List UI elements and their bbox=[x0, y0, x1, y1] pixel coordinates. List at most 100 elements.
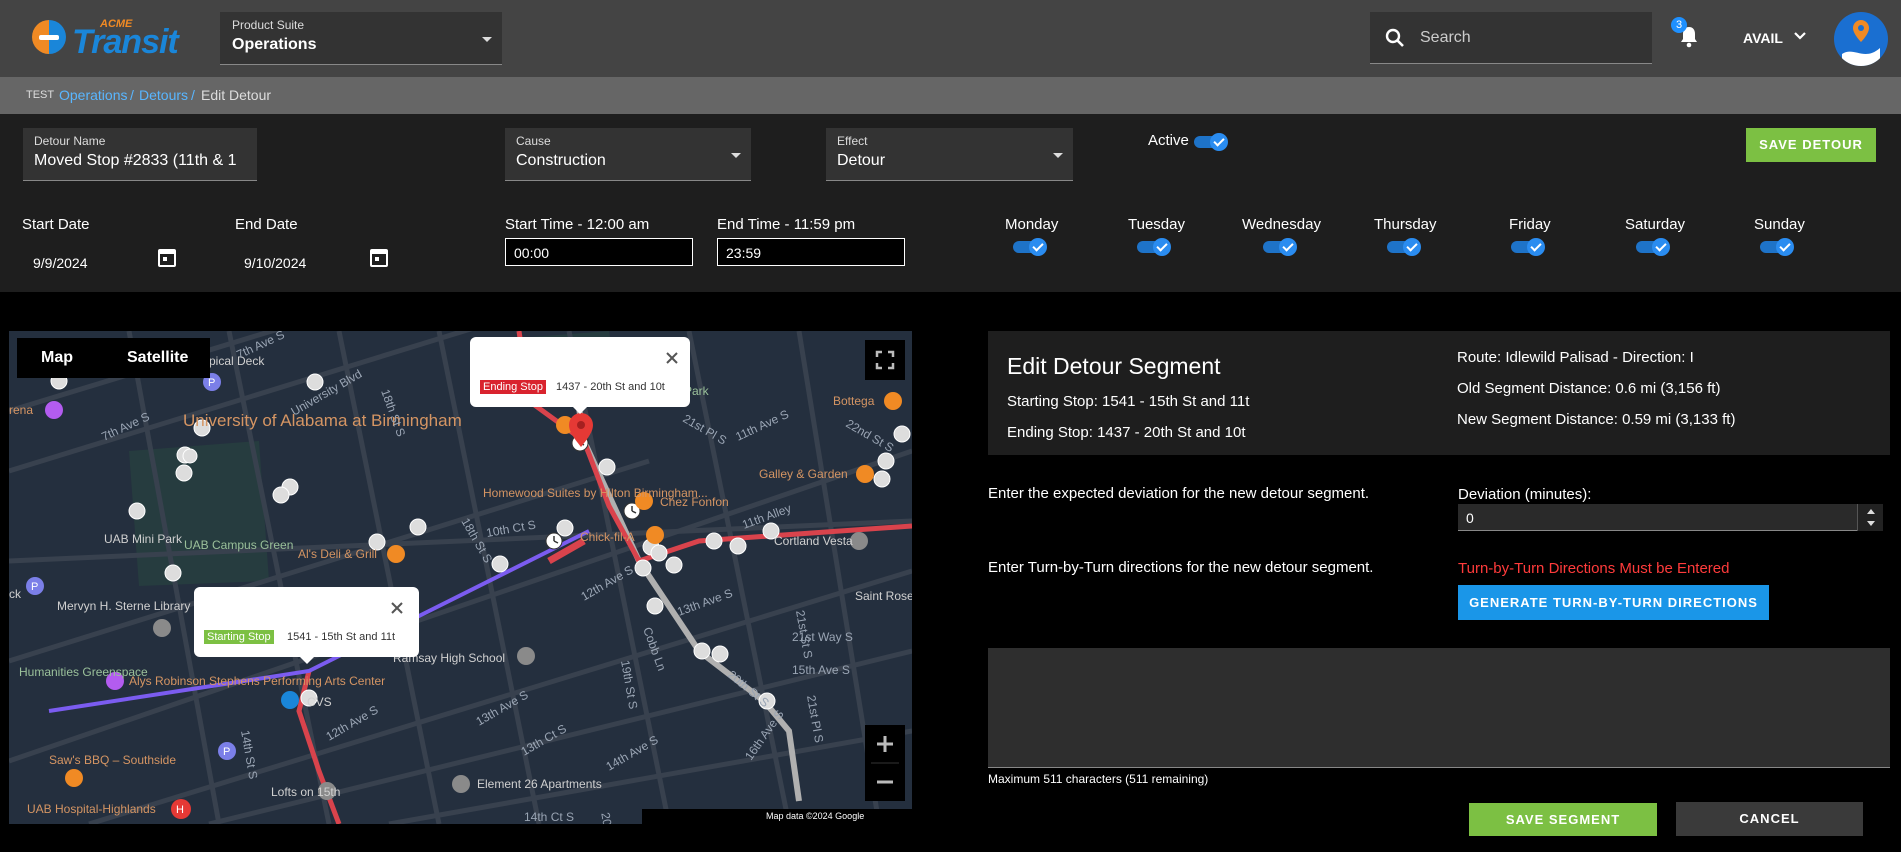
product-suite-label: Product Suite bbox=[232, 18, 305, 32]
product-suite-select[interactable]: Product Suite Operations bbox=[220, 12, 502, 65]
map-label-ck: ck bbox=[9, 587, 22, 601]
breadcrumb-operations-link[interactable]: Operations bbox=[59, 87, 127, 103]
map-type-satellite-button[interactable]: Satellite bbox=[127, 349, 188, 367]
map-type-map-button[interactable]: Map bbox=[41, 349, 73, 367]
start-date-input[interactable]: 9/9/2024 bbox=[33, 255, 88, 271]
detour-form-panel: Detour Name Moved Stop #2833 (11th & 1 C… bbox=[0, 114, 1901, 292]
user-menu-label[interactable]: AVAIL bbox=[1743, 30, 1783, 46]
day-toggle-thursday[interactable] bbox=[1387, 238, 1421, 256]
start-date-label: Start Date bbox=[22, 216, 90, 233]
char-count: Maximum 511 characters (511 remaining) bbox=[988, 772, 1209, 786]
edit-segment-panel: Edit Detour Segment Starting Stop: 1541 … bbox=[988, 331, 1890, 455]
fullscreen-button[interactable] bbox=[865, 340, 905, 380]
day-label-thursday: Thursday bbox=[1374, 216, 1437, 233]
detour-map[interactable]: P P P H University of Alabama at Birming… bbox=[9, 331, 912, 824]
cause-label: Cause bbox=[516, 134, 551, 148]
map-canvas[interactable]: P P P H University of Alabama at Birming… bbox=[9, 331, 912, 824]
acme-transit-logo[interactable]: ACME Transit bbox=[30, 16, 190, 61]
day-toggle-monday[interactable] bbox=[1013, 238, 1047, 256]
stepper-arrows-icon[interactable] bbox=[1858, 504, 1884, 531]
poi-cvs-icon[interactable] bbox=[281, 691, 299, 709]
map-label-alys: Alys Robinson Stephens Performing Arts C… bbox=[129, 674, 385, 688]
ending-stop-text: 1437 - 20th St and 10t bbox=[556, 381, 665, 393]
deviation-prompt: Enter the expected deviation for the new… bbox=[988, 485, 1370, 502]
day-label-tuesday: Tuesday bbox=[1128, 216, 1185, 233]
breadcrumb-separator: / bbox=[191, 87, 195, 103]
poi-library-icon[interactable] bbox=[153, 619, 171, 637]
calendar-icon[interactable] bbox=[158, 247, 176, 267]
panel-title: Edit Detour Segment bbox=[1007, 353, 1221, 379]
start-time-input[interactable]: 00:00 bbox=[505, 238, 693, 266]
save-segment-button[interactable]: SAVE SEGMENT bbox=[1469, 803, 1657, 836]
svg-text:P: P bbox=[31, 581, 38, 593]
close-icon[interactable] bbox=[665, 351, 679, 365]
breadcrumb-detours-link[interactable]: Detours bbox=[139, 87, 188, 103]
map-label-cortland: Cortland Vesta bbox=[774, 534, 853, 548]
zoom-control-glyphs bbox=[871, 736, 899, 784]
map-attribution: Map data ©2024 Google bbox=[766, 811, 865, 821]
calendar-icon[interactable] bbox=[370, 247, 388, 267]
starting-stop-text: 1541 - 15th St and 11t bbox=[287, 631, 396, 643]
deviation-input[interactable]: 0 bbox=[1458, 504, 1883, 531]
chevron-down-icon bbox=[731, 153, 741, 158]
fullscreen-icon bbox=[875, 350, 895, 370]
starting-stop-tag: Starting Stop bbox=[204, 630, 274, 644]
avatar-map-pin-icon bbox=[1842, 20, 1880, 66]
popup-pointer bbox=[299, 656, 315, 664]
day-toggle-wednesday[interactable] bbox=[1263, 238, 1297, 256]
day-toggle-sunday[interactable] bbox=[1760, 238, 1794, 256]
save-detour-button[interactable]: SAVE DETOUR bbox=[1746, 128, 1876, 162]
map-label-saintrose: Saint Rose bbox=[855, 589, 912, 603]
end-date-label: End Date bbox=[235, 216, 298, 233]
poi-apartment-icon[interactable] bbox=[452, 775, 470, 793]
svg-text:H: H bbox=[176, 804, 184, 816]
new-distance-info: New Segment Distance: 0.59 mi (3,133 ft) bbox=[1457, 411, 1736, 428]
map-label-bottega: Bottega bbox=[833, 394, 875, 408]
poi-arena-icon[interactable] bbox=[45, 401, 63, 419]
map-attribution-bar: Map data ©2024 Google bbox=[642, 809, 912, 824]
map-label-lofts: Lofts on 15th bbox=[271, 785, 340, 799]
cause-select[interactable]: Cause Construction bbox=[505, 128, 751, 181]
street-label: 15th Ave S bbox=[792, 663, 850, 677]
tbt-warning: Turn-by-Turn Directions Must be Entered bbox=[1458, 560, 1730, 577]
map-label-saws: Saw's BBQ – Southside bbox=[49, 753, 176, 767]
active-toggle[interactable] bbox=[1194, 133, 1228, 151]
day-label-friday: Friday bbox=[1509, 216, 1551, 233]
turn-by-turn-textarea[interactable] bbox=[988, 648, 1890, 768]
day-label-sunday: Sunday bbox=[1754, 216, 1805, 233]
search-icon bbox=[1385, 28, 1404, 47]
cancel-button[interactable]: CANCEL bbox=[1676, 802, 1863, 836]
end-time-input[interactable]: 23:59 bbox=[717, 238, 905, 266]
chevron-down-icon bbox=[1053, 153, 1063, 158]
deviation-label: Deviation (minutes): bbox=[1458, 486, 1592, 503]
effect-select[interactable]: Effect Detour bbox=[826, 128, 1073, 181]
map-label-uab-mini: UAB Mini Park bbox=[104, 532, 183, 546]
detour-name-field[interactable]: Detour Name Moved Stop #2833 (11th & 1 bbox=[23, 128, 257, 181]
map-label-chickfila: Chick-fil-A bbox=[580, 530, 635, 544]
poi-school-icon[interactable] bbox=[517, 647, 535, 665]
close-icon[interactable] bbox=[390, 601, 404, 615]
zoom-control bbox=[865, 725, 905, 801]
deviation-stepper[interactable] bbox=[1857, 504, 1883, 531]
day-toggle-tuesday[interactable] bbox=[1137, 238, 1171, 256]
popup-pointer bbox=[572, 406, 588, 414]
search-placeholder: Search bbox=[1420, 29, 1471, 46]
cause-value: Construction bbox=[516, 152, 606, 169]
day-label-monday: Monday bbox=[1005, 216, 1059, 233]
day-toggle-saturday[interactable] bbox=[1636, 238, 1670, 256]
top-app-bar: ACME Transit Product Suite Operations Se… bbox=[0, 0, 1901, 77]
zoom-in-icon[interactable] bbox=[877, 736, 893, 752]
day-toggle-friday[interactable] bbox=[1511, 238, 1545, 256]
logo-transit-text: Transit bbox=[72, 23, 179, 61]
breadcrumb: TEST Operations / Detours / Edit Detour bbox=[0, 77, 1901, 114]
start-time-label: Start Time - 12:00 am bbox=[505, 216, 650, 233]
chevron-down-icon[interactable] bbox=[1794, 31, 1806, 41]
map-label-uab-green: UAB Campus Green bbox=[184, 538, 293, 552]
transit-logo-icon bbox=[32, 20, 66, 54]
svg-text:P: P bbox=[223, 746, 230, 758]
user-avatar[interactable] bbox=[1834, 12, 1888, 66]
search-input[interactable]: Search bbox=[1370, 12, 1652, 64]
end-date-input[interactable]: 9/10/2024 bbox=[244, 255, 306, 271]
generate-tbt-button[interactable]: GENERATE TURN-BY-TURN DIRECTIONS bbox=[1458, 585, 1769, 620]
street-label: 14th Ct S bbox=[524, 810, 574, 824]
